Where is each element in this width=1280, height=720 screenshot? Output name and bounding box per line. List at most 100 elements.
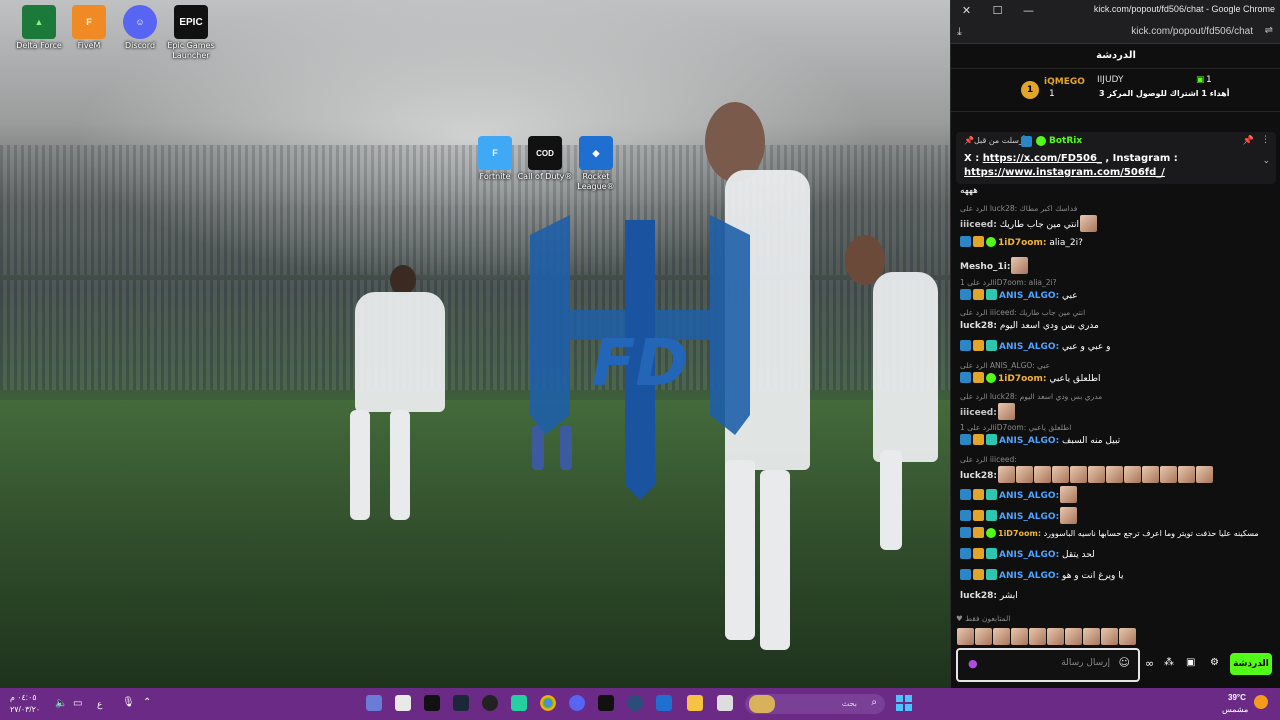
chat-username[interactable]: ANIS_ALGO: <box>999 491 1059 501</box>
gift-icon[interactable]: ▣ <box>1186 657 1195 668</box>
epic-games-icon[interactable]: EPIC Epic Games Launcher <box>161 5 221 61</box>
emoji-icon[interactable]: ☺ <box>1119 656 1130 669</box>
mic-icon[interactable]: ● <box>968 657 978 670</box>
clock-date[interactable]: ٢٧/٠٣/٢٠ <box>10 705 40 714</box>
avatar[interactable] <box>1083 628 1100 645</box>
chat-message: iiiceed: انتي مين جاب طاريك <box>960 215 1272 232</box>
emote <box>1087 466 1105 483</box>
avatar[interactable] <box>1029 628 1046 645</box>
more-options-icon[interactable]: ⋮ <box>1261 135 1270 145</box>
chat-username[interactable]: ANIS_ALGO: <box>999 436 1059 446</box>
leaderboard: 1 iQMEGO 1 IIJUDY ▣ 1 أهداء 1 اشتراك للو… <box>951 69 1280 112</box>
language-indicator[interactable]: ع <box>97 699 102 710</box>
chat-username[interactable]: ANIS_ALGO: <box>999 342 1059 352</box>
player-body <box>355 292 445 412</box>
rank-badge: 1 <box>1021 81 1039 99</box>
download-icon[interactable]: ⤓ <box>957 25 962 39</box>
chat-username[interactable]: ANIS_ALGO: <box>999 291 1059 301</box>
chat-username[interactable]: 1iD7oom: <box>998 238 1046 248</box>
chat-message: luck28: <box>960 466 1272 483</box>
weather-desc[interactable]: مشمس <box>1222 705 1248 714</box>
sub-badge-icon <box>986 569 997 580</box>
pinned-link-instagram[interactable]: https://www.instagram.com/506fd_/ <box>964 167 1165 178</box>
weather-temp[interactable]: 39°C <box>1228 693 1246 702</box>
avatar[interactable] <box>1011 628 1028 645</box>
chat-username[interactable]: ANIS_ALGO: <box>999 512 1059 522</box>
pinned-author[interactable]: BotRix <box>1049 136 1082 146</box>
call-of-duty-taskbar-icon[interactable] <box>598 695 614 711</box>
reply-context: الرد على iiiceed: <box>960 455 1017 464</box>
settings-icon[interactable]: ⇌ <box>1265 25 1273 36</box>
clock-time[interactable]: ٠٤:٠٥ م <box>10 693 37 702</box>
sun-icon[interactable] <box>1254 695 1268 709</box>
app-icon[interactable] <box>511 695 527 711</box>
chat-username[interactable]: ANIS_ALGO: <box>999 571 1059 581</box>
users-icon[interactable]: ⁂ <box>1164 657 1174 668</box>
epic-games-taskbar-icon[interactable] <box>424 695 440 711</box>
unpin-icon[interactable]: 📌 <box>1243 136 1254 146</box>
microphone-icon[interactable]: 🎙 <box>122 697 135 708</box>
chat-username[interactable]: 1iD7oom: <box>998 529 1041 538</box>
second-gifter-count: 1 <box>1206 75 1212 85</box>
rocket-league-taskbar-icon[interactable] <box>656 695 672 711</box>
infinity-icon[interactable]: ∞ <box>1145 657 1154 670</box>
sub-badge-icon <box>986 489 997 500</box>
crown-icon <box>973 548 984 559</box>
avatar[interactable] <box>1119 628 1136 645</box>
sub-badge-icon <box>986 340 997 351</box>
second-gifter-name[interactable]: IIJUDY <box>1097 75 1124 85</box>
gift-goal-text: أهداء 1 اشتراك للوصول المركز 3 <box>1099 89 1230 98</box>
emote <box>1011 257 1029 274</box>
gear-icon[interactable]: ⚙ <box>1210 657 1219 668</box>
top-gifter-name[interactable]: iQMEGO <box>1044 77 1085 87</box>
chevron-up-icon[interactable]: ⌃ <box>143 697 151 708</box>
chat-username[interactable]: luck28: <box>960 471 997 481</box>
file-explorer-icon[interactable] <box>687 695 703 711</box>
chat-username[interactable]: iiiceed: <box>960 220 997 230</box>
close-icon[interactable]: ✕ <box>951 4 982 17</box>
discord-taskbar-icon[interactable] <box>569 695 585 711</box>
chat-input[interactable]: ● إرسال رسالة ☺ <box>956 648 1140 682</box>
game-icon[interactable] <box>627 695 643 711</box>
chat-message: 1iD7oom: alia_2i? <box>960 236 1272 250</box>
settings-app-icon[interactable] <box>366 695 382 711</box>
badge-icon <box>960 289 971 300</box>
emote <box>1060 486 1078 503</box>
rocket-league-icon[interactable]: ◆ Rocket League® <box>566 136 626 192</box>
emote <box>1195 466 1213 483</box>
avatar[interactable] <box>957 628 974 645</box>
github-icon[interactable] <box>482 695 498 711</box>
taskbar-search[interactable]: بحث ⌕ <box>745 694 885 714</box>
emote <box>1159 466 1177 483</box>
window-icon[interactable] <box>717 695 733 711</box>
chat-username[interactable]: 1iD7oom: <box>998 374 1046 384</box>
chat-username[interactable]: iiiceed: <box>960 408 997 418</box>
chat-username[interactable]: Mesho_1i: <box>960 262 1010 272</box>
chat-message: 1iD7oom: اطلعلق ياعبي <box>960 372 1272 386</box>
chat-username[interactable]: luck28: <box>960 591 997 601</box>
avatar[interactable] <box>1065 628 1082 645</box>
address-bar: ⤓ kick.com/popout/fd506/chat ⇌ <box>951 21 1280 44</box>
chrome-icon[interactable] <box>540 695 556 711</box>
avatar[interactable] <box>1101 628 1118 645</box>
pinned-link-x[interactable]: https://x.com/FD506_ <box>983 153 1102 164</box>
avatar[interactable] <box>1047 628 1064 645</box>
chat-username[interactable]: luck28: <box>960 321 997 331</box>
avatar[interactable] <box>993 628 1010 645</box>
network-icon[interactable]: ▭ <box>73 698 82 709</box>
chevron-down-icon[interactable]: ⌄ <box>1262 156 1270 166</box>
minimize-icon[interactable]: — <box>1013 4 1044 17</box>
store-icon[interactable] <box>395 695 411 711</box>
maximize-icon[interactable]: ☐ <box>982 4 1013 17</box>
player-body <box>873 272 938 462</box>
url-text[interactable]: kick.com/popout/fd506/chat <box>1131 26 1253 37</box>
emote <box>1051 466 1069 483</box>
windows-start-icon[interactable] <box>896 695 912 711</box>
chat-username[interactable]: ANIS_ALGO: <box>999 550 1059 560</box>
emote <box>1033 466 1051 483</box>
steam-icon[interactable] <box>453 695 469 711</box>
speaker-icon[interactable]: 🔈 <box>55 698 67 709</box>
chat-message: iiiceed: <box>960 403 1272 420</box>
send-chat-button[interactable]: الدردشة <box>1230 653 1272 675</box>
avatar[interactable] <box>975 628 992 645</box>
